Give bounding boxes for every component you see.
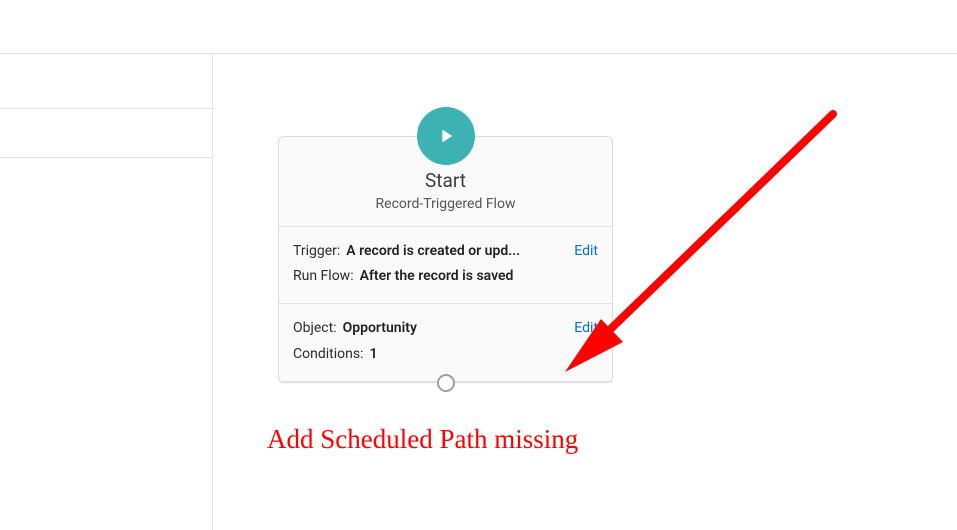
object-row: Object: Opportunity — [293, 316, 598, 341]
start-subtitle: Record-Triggered Flow — [295, 196, 596, 212]
annotation-text: Add Scheduled Path missing — [267, 424, 578, 455]
trigger-value: A record is created or upd... — [346, 239, 520, 264]
trigger-label: Trigger: — [293, 239, 340, 264]
left-sidebar — [0, 54, 213, 530]
object-label: Object: — [293, 316, 337, 341]
runflow-label: Run Flow: — [293, 264, 354, 289]
runflow-row: Run Flow: After the record is saved — [293, 264, 598, 289]
start-play-button[interactable] — [417, 107, 475, 165]
conditions-value: 1 — [369, 342, 377, 367]
flow-canvas: Start Record-Triggered Flow Edit Trigger… — [213, 54, 957, 530]
trigger-row: Trigger: A record is created or upd... — [293, 239, 598, 264]
object-section[interactable]: Edit Object: Opportunity Conditions: 1 — [279, 304, 612, 381]
conditions-label: Conditions: — [293, 342, 363, 367]
edit-trigger-link[interactable]: Edit — [574, 239, 598, 264]
edit-object-link[interactable]: Edit — [574, 316, 598, 341]
play-icon — [435, 125, 457, 147]
sidebar-slot — [0, 108, 212, 158]
start-title: Start — [295, 169, 596, 192]
conditions-row: Conditions: 1 — [293, 342, 598, 367]
add-element-connector[interactable] — [437, 374, 455, 392]
runflow-value: After the record is saved — [360, 264, 514, 289]
trigger-section[interactable]: Edit Trigger: A record is created or upd… — [279, 227, 612, 304]
object-value: Opportunity — [343, 316, 417, 341]
start-node-card[interactable]: Start Record-Triggered Flow Edit Trigger… — [278, 136, 613, 383]
